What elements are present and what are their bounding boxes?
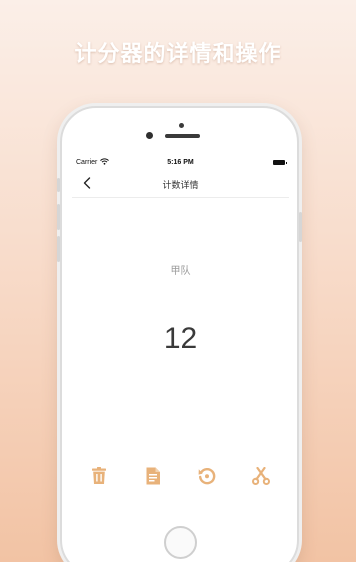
- proximity-sensor: [179, 123, 184, 128]
- reset-button[interactable]: [195, 464, 219, 488]
- navigation-bar: 计数详情: [72, 170, 289, 198]
- phone-mute-switch: [57, 178, 60, 192]
- scissors-icon: [252, 467, 270, 485]
- action-toolbar: [72, 464, 289, 490]
- page-title: 计数详情: [162, 180, 199, 190]
- status-time: 5:16 PM: [167, 159, 194, 166]
- battery-icon: [273, 160, 287, 165]
- status-bar: Carrier 5:16 PM: [72, 156, 289, 170]
- home-button[interactable]: [164, 526, 197, 559]
- front-camera: [146, 132, 153, 139]
- earpiece-speaker: [165, 134, 200, 138]
- promo-title: 计分器的详情和操作: [74, 41, 282, 66]
- phone-frame: Carrier 5:16 PM 计数详情 甲队 12: [57, 106, 302, 562]
- phone-volume-down: [57, 236, 60, 262]
- score-value: 12: [163, 322, 198, 355]
- phone-volume-up: [57, 204, 60, 230]
- team-name: 甲队: [170, 266, 191, 277]
- reset-icon: [198, 468, 216, 485]
- phone-power-button: [299, 212, 302, 242]
- document-icon: [146, 467, 160, 485]
- record-button[interactable]: [141, 464, 165, 488]
- delete-button[interactable]: [87, 464, 111, 488]
- app-screen: Carrier 5:16 PM 计数详情 甲队 12: [72, 156, 289, 520]
- trash-icon: [92, 467, 106, 484]
- cut-button[interactable]: [249, 464, 273, 488]
